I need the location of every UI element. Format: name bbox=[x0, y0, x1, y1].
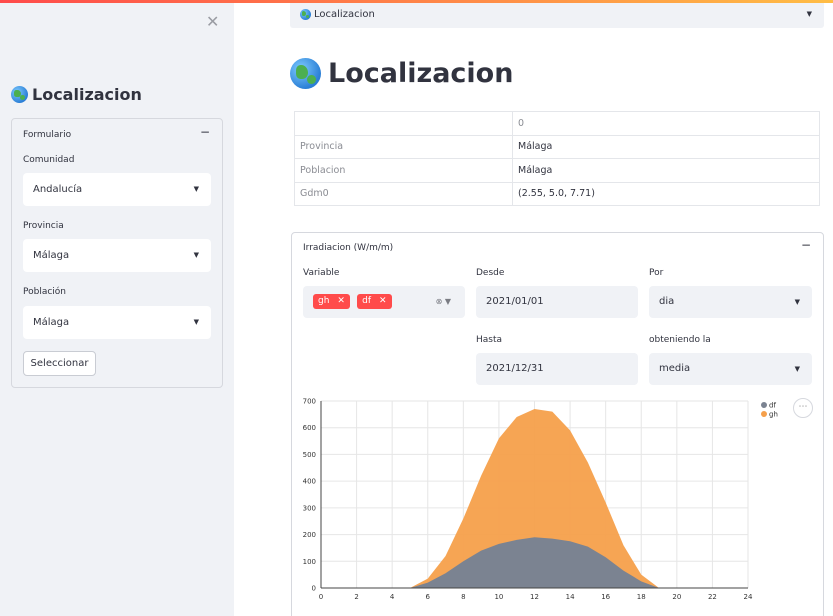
obteniendo-value: media bbox=[659, 363, 691, 374]
chevron-down-icon: ▼ bbox=[193, 185, 199, 193]
hasta-value: 2021/12/31 bbox=[486, 363, 544, 374]
provincia-label: Provincia bbox=[23, 221, 64, 231]
legend-label-gh: gh bbox=[769, 411, 778, 419]
localizacion-expander[interactable]: Localizacion ▼ bbox=[290, 0, 824, 28]
table-cell: Provincia bbox=[294, 134, 513, 159]
por-select[interactable]: dia ▼ bbox=[649, 286, 812, 318]
provincia-select[interactable]: Málaga ▼ bbox=[23, 239, 211, 272]
chevron-down-icon: ▼ bbox=[193, 318, 199, 326]
expander-label: Localizacion bbox=[314, 8, 375, 20]
chevron-down-icon: ▼ bbox=[794, 365, 800, 373]
globe-icon bbox=[11, 86, 28, 103]
legend-label-df: df bbox=[769, 402, 776, 410]
sidebar: ✕ Localizacion Formulario − Comunidad An… bbox=[0, 0, 234, 616]
legend-marker-gh bbox=[761, 411, 767, 417]
remove-tag-icon[interactable]: ✕ bbox=[337, 296, 345, 306]
y-tick-label: 0 bbox=[312, 585, 316, 593]
table-header-cell bbox=[294, 111, 513, 136]
form-header[interactable]: Formulario bbox=[23, 130, 71, 140]
variable-label: Variable bbox=[303, 268, 340, 278]
tag-label: df bbox=[362, 295, 372, 306]
por-value: dia bbox=[659, 296, 675, 307]
y-tick-label: 100 bbox=[303, 558, 316, 566]
x-tick-label: 12 bbox=[530, 593, 539, 601]
table-cell: Gdm0 bbox=[294, 181, 513, 206]
x-tick-label: 20 bbox=[672, 593, 681, 601]
desde-date-input[interactable]: 2021/01/01 bbox=[476, 286, 638, 318]
comunidad-select[interactable]: Andalucía ▼ bbox=[23, 173, 211, 206]
seleccionar-button[interactable]: Seleccionar bbox=[23, 351, 96, 376]
chevron-down-icon: ▼ bbox=[794, 298, 800, 306]
provincia-value: Málaga bbox=[33, 250, 70, 261]
hasta-date-input[interactable]: 2021/12/31 bbox=[476, 353, 638, 385]
x-tick-label: 22 bbox=[708, 593, 717, 601]
chart-more-button[interactable]: ⋯ bbox=[793, 398, 813, 418]
remove-tag-icon[interactable]: ✕ bbox=[379, 296, 387, 306]
x-tick-label: 14 bbox=[566, 593, 575, 601]
desde-label: Desde bbox=[476, 268, 505, 278]
x-tick-label: 18 bbox=[637, 593, 646, 601]
y-tick-label: 700 bbox=[303, 398, 316, 406]
x-tick-label: 2 bbox=[354, 593, 358, 601]
y-tick-label: 600 bbox=[303, 424, 316, 432]
y-tick-label: 300 bbox=[303, 504, 316, 512]
close-sidebar-icon[interactable]: ✕ bbox=[206, 12, 219, 31]
x-tick-label: 0 bbox=[319, 593, 323, 601]
top-accent-bar bbox=[0, 0, 833, 3]
table-cell: (2.55, 5.0, 7.71) bbox=[512, 181, 820, 206]
clear-and-chevron-icon[interactable]: ⊗ ▼ bbox=[436, 286, 451, 318]
desde-value: 2021/01/01 bbox=[486, 296, 544, 307]
poblacion-value: Málaga bbox=[33, 317, 70, 328]
table-row: Gdm0 (2.55, 5.0, 7.71) bbox=[294, 181, 820, 206]
por-label: Por bbox=[649, 268, 664, 278]
poblacion-label: Población bbox=[23, 287, 67, 297]
table-cell: Málaga bbox=[512, 158, 820, 183]
table-cell: Poblacion bbox=[294, 158, 513, 183]
x-tick-label: 6 bbox=[426, 593, 431, 601]
irradiation-chart[interactable]: 0 2 4 6 8 10 12 14 16 18 20 22 240100200300400500600… bbox=[298, 393, 788, 616]
table-row: Poblacion Málaga bbox=[294, 158, 820, 183]
x-tick-label: 10 bbox=[494, 593, 503, 601]
table-header-cell: 0 bbox=[512, 111, 820, 136]
comunidad-label: Comunidad bbox=[23, 155, 75, 165]
chevron-down-icon: ▼ bbox=[193, 251, 199, 259]
tag-gh: gh ✕ bbox=[313, 293, 350, 309]
y-tick-label: 200 bbox=[303, 531, 316, 539]
poblacion-select[interactable]: Málaga ▼ bbox=[23, 306, 211, 339]
variable-multiselect[interactable]: gh ✕ df ✕ ⊗ ▼ bbox=[303, 286, 465, 318]
table-cell: Málaga bbox=[512, 134, 820, 159]
hasta-label: Hasta bbox=[476, 335, 503, 345]
x-tick-label: 4 bbox=[390, 593, 395, 601]
globe-icon bbox=[300, 8, 311, 20]
collapse-form-icon[interactable]: − bbox=[200, 125, 210, 139]
x-tick-label: 24 bbox=[744, 593, 753, 601]
tag-df: df ✕ bbox=[357, 293, 392, 309]
sidebar-title: Localizacion bbox=[11, 85, 142, 104]
tag-label: gh bbox=[318, 295, 330, 306]
comunidad-value: Andalucía bbox=[33, 184, 83, 195]
x-tick-label: 16 bbox=[601, 593, 610, 601]
y-tick-label: 500 bbox=[303, 451, 316, 459]
obteniendo-label: obteniendo la bbox=[649, 335, 711, 345]
y-tick-label: 400 bbox=[303, 478, 316, 486]
page-title-text: Localizacion bbox=[328, 58, 514, 89]
x-tick-label: 8 bbox=[461, 593, 465, 601]
collapse-irradiation-icon[interactable]: − bbox=[801, 238, 811, 252]
chevron-down-icon: ▼ bbox=[806, 10, 812, 18]
table-row: Provincia Málaga bbox=[294, 134, 820, 159]
location-table: 0 Provincia Málaga Poblacion Málaga Gdm0… bbox=[294, 111, 820, 206]
sidebar-title-text: Localizacion bbox=[32, 85, 142, 104]
legend-marker-df bbox=[761, 402, 767, 408]
table-header-row: 0 bbox=[294, 111, 820, 136]
page-title: Localizacion bbox=[290, 58, 513, 89]
form-expander: Formulario − Comunidad Andalucía ▼ Provi… bbox=[11, 118, 223, 388]
area-series-df bbox=[321, 537, 748, 588]
obteniendo-select[interactable]: media ▼ bbox=[649, 353, 812, 385]
globe-icon bbox=[290, 58, 321, 89]
irradiation-header[interactable]: Irradiacion (W/m/m) bbox=[303, 243, 393, 253]
